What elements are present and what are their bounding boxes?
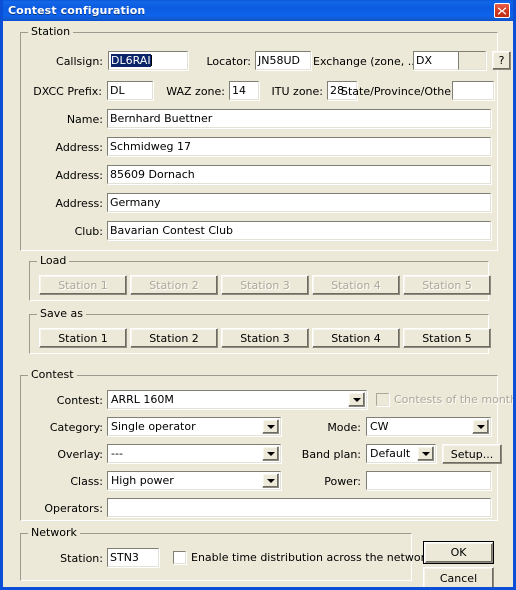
overlay-combo-value: --- bbox=[111, 447, 123, 460]
exchange-extra-input[interactable] bbox=[458, 51, 486, 70]
contests-of-the-month-checkbox[interactable]: Contests of the month bbox=[376, 393, 516, 406]
save-station-2-button[interactable]: Station 2 bbox=[130, 328, 218, 348]
itu-zone-label: ITU zone: bbox=[271, 85, 323, 98]
address2-input[interactable]: 85609 Dornach bbox=[107, 165, 491, 184]
locator-label: Locator: bbox=[206, 55, 251, 68]
category-combo[interactable]: Single operator bbox=[107, 417, 281, 436]
name-input[interactable]: Bernhard Buettner bbox=[107, 109, 491, 128]
network-group: Network Station: STN3 Enable time distri… bbox=[20, 527, 431, 581]
power-label: Power: bbox=[324, 475, 361, 488]
waz-zone-input[interactable]: 14 bbox=[229, 81, 259, 100]
operators-input[interactable] bbox=[107, 498, 491, 517]
exchange-help-button[interactable]: ? bbox=[492, 51, 511, 70]
load-station-3-button[interactable]: Station 3 bbox=[221, 275, 309, 295]
class-combo[interactable]: High power bbox=[107, 471, 281, 490]
exchange-label: Exchange (zone, ...): bbox=[313, 55, 427, 68]
callsign-label: Callsign: bbox=[56, 55, 103, 68]
save-station-5-button[interactable]: Station 5 bbox=[403, 328, 491, 348]
title-bar[interactable]: Contest configuration bbox=[3, 0, 513, 21]
close-glyph bbox=[497, 7, 507, 15]
load-station-2-button[interactable]: Station 2 bbox=[130, 275, 218, 295]
club-label: Club: bbox=[74, 225, 103, 238]
overlay-label: Overlay: bbox=[57, 448, 103, 461]
chevron-down-icon[interactable] bbox=[417, 446, 434, 461]
contests-of-the-month-label: Contests of the month bbox=[394, 393, 516, 406]
callsign-value: DL6RAI bbox=[111, 54, 151, 67]
address3-input[interactable]: Germany bbox=[107, 193, 491, 212]
save-as-group-legend: Save as bbox=[37, 308, 86, 319]
address3-label: Address: bbox=[55, 197, 103, 210]
band-plan-label: Band plan: bbox=[301, 448, 361, 461]
contest-label: Contest: bbox=[56, 394, 103, 407]
network-group-legend: Network bbox=[28, 527, 80, 538]
dxcc-prefix-label: DXCC Prefix: bbox=[33, 85, 102, 98]
mode-combo-value: CW bbox=[370, 420, 389, 433]
overlay-combo[interactable]: --- bbox=[107, 444, 281, 463]
save-station-1-button[interactable]: Station 1 bbox=[39, 328, 127, 348]
load-group: Load Station 1 Station 2 Station 3 Stati… bbox=[29, 255, 491, 301]
class-label: Class: bbox=[70, 475, 103, 488]
network-station-input[interactable]: STN3 bbox=[107, 548, 159, 567]
class-combo-value: High power bbox=[111, 474, 174, 487]
locator-input[interactable]: JN58UD bbox=[255, 51, 311, 70]
save-station-4-button[interactable]: Station 4 bbox=[312, 328, 400, 348]
contest-combo-value: ARRL 160M bbox=[111, 393, 174, 406]
enable-time-distribution-checkbox[interactable]: Enable time distribution across the netw… bbox=[173, 551, 431, 564]
ok-button[interactable]: OK bbox=[423, 541, 494, 564]
contest-group: Contest Contest: ARRL 160M Contests of t… bbox=[20, 369, 513, 521]
contest-group-legend: Contest bbox=[28, 369, 77, 380]
enable-time-distribution-label: Enable time distribution across the netw… bbox=[191, 551, 432, 564]
load-station-5-button[interactable]: Station 5 bbox=[403, 275, 491, 295]
window-title: Contest configuration bbox=[8, 3, 146, 17]
dxcc-prefix-input[interactable]: DL bbox=[107, 81, 153, 100]
mode-combo[interactable]: CW bbox=[366, 417, 491, 436]
state-province-label: State/Province/Other: bbox=[341, 85, 460, 98]
checkbox-box bbox=[173, 551, 186, 564]
state-province-input[interactable] bbox=[452, 81, 494, 100]
load-station-4-button[interactable]: Station 4 bbox=[312, 275, 400, 295]
chevron-down-icon[interactable] bbox=[348, 392, 365, 407]
waz-zone-label: WAZ zone: bbox=[166, 85, 225, 98]
close-icon[interactable] bbox=[494, 3, 510, 18]
chevron-down-icon[interactable] bbox=[262, 473, 279, 488]
dialog-client-area: Station Callsign: DL6RAI Locator: JN58UD… bbox=[3, 21, 513, 587]
address2-label: Address: bbox=[55, 169, 103, 182]
contest-configuration-dialog: Contest configuration Station Callsign: … bbox=[0, 0, 516, 590]
name-label: Name: bbox=[66, 113, 103, 126]
chevron-down-icon[interactable] bbox=[262, 419, 279, 434]
chevron-down-icon[interactable] bbox=[472, 419, 489, 434]
band-plan-setup-button[interactable]: Setup... bbox=[442, 444, 502, 464]
checkbox-box bbox=[376, 393, 389, 406]
station-group-legend: Station bbox=[28, 26, 74, 37]
save-as-group: Save as Station 1 Station 2 Station 3 St… bbox=[29, 308, 491, 354]
operators-label: Operators: bbox=[44, 502, 103, 515]
club-input[interactable]: Bavarian Contest Club bbox=[107, 221, 491, 240]
chevron-down-icon[interactable] bbox=[262, 446, 279, 461]
address1-input[interactable]: Schmidweg 17 bbox=[107, 137, 491, 156]
category-combo-value: Single operator bbox=[111, 420, 196, 433]
contest-combo[interactable]: ARRL 160M bbox=[107, 390, 367, 409]
category-label: Category: bbox=[49, 421, 103, 434]
load-group-legend: Load bbox=[37, 255, 70, 266]
cancel-button[interactable]: Cancel bbox=[423, 567, 494, 587]
network-station-label: Station: bbox=[60, 552, 103, 565]
address1-label: Address: bbox=[55, 141, 103, 154]
mode-label: Mode: bbox=[327, 421, 361, 434]
text-caret bbox=[150, 55, 152, 66]
station-group: Station Callsign: DL6RAI Locator: JN58UD… bbox=[20, 26, 511, 251]
band-plan-combo-value: Default bbox=[370, 447, 411, 460]
band-plan-combo[interactable]: Default bbox=[366, 444, 436, 463]
power-input[interactable] bbox=[366, 471, 491, 490]
callsign-input[interactable]: DL6RAI bbox=[108, 51, 188, 70]
save-station-3-button[interactable]: Station 3 bbox=[221, 328, 309, 348]
load-station-1-button[interactable]: Station 1 bbox=[39, 275, 127, 295]
